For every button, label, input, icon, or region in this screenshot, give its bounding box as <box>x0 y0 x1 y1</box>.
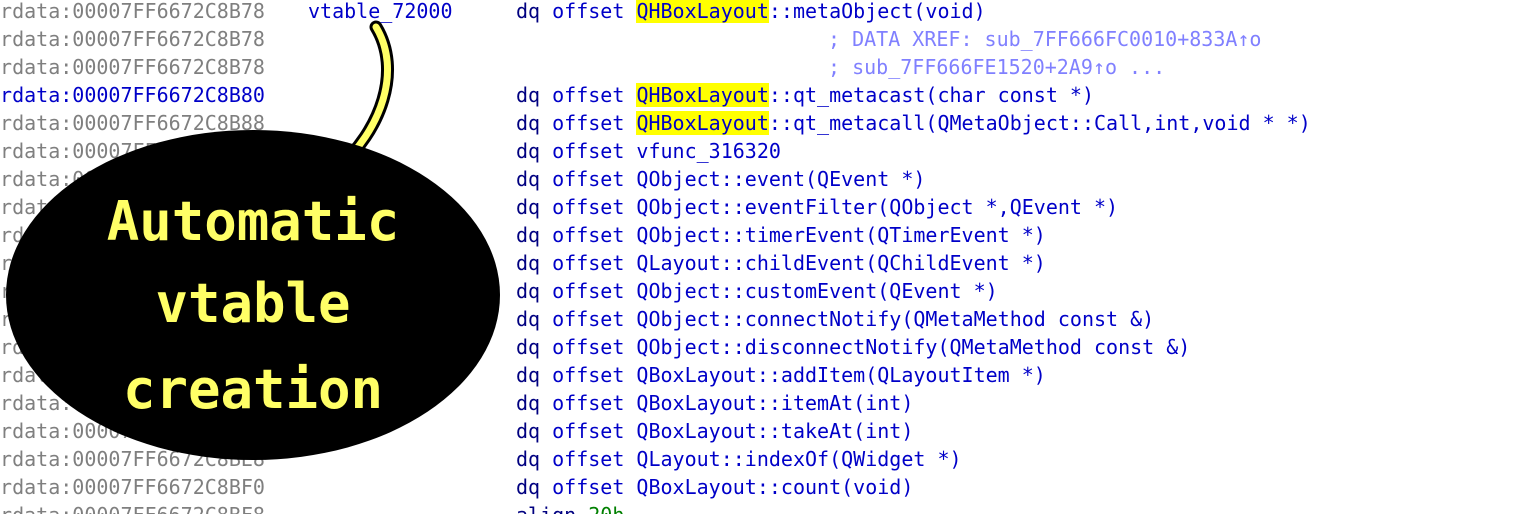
mnemonic: dq <box>516 391 541 415</box>
disassembly-view[interactable]: .rdata:00007FF6672C8B78 vtable_72000 dq of… <box>0 0 1525 514</box>
instruction: dq offset QObject::customEvent(QEvent *) <box>516 277 998 305</box>
operand[interactable]: offset QBoxLayout::itemAt(int) <box>552 391 913 415</box>
instruction: dq offset QLayout::childEvent(QChildEven… <box>516 249 1046 277</box>
mnemonic: dq <box>516 307 541 331</box>
mnemonic: align <box>516 503 576 514</box>
instruction: dq offset QHBoxLayout::metaObject(void) <box>516 0 986 25</box>
listing-row[interactable]: .rdata:00007FF6672C8BA0 dq offset QObject… <box>0 193 1525 221</box>
operand[interactable]: offset QObject::customEvent(QEvent *) <box>552 279 998 303</box>
address[interactable]: .rdata:00007FF6672C8BF8 <box>0 501 265 514</box>
operand[interactable]: offset <box>552 0 636 23</box>
mnemonic: dq <box>516 0 541 23</box>
listing-row[interactable]: .rdata:00007FF6672C8BA8 dq offset QObject… <box>0 221 1525 249</box>
listing-row[interactable]: .rdata:00007FF6672C8BF8 align 20h <box>0 501 1525 514</box>
mnemonic: dq <box>516 475 541 499</box>
mnemonic: dq <box>516 195 541 219</box>
listing-row[interactable]: .rdata:00007FF6672C8BD8 dq offset QBoxLay… <box>0 389 1525 417</box>
address[interactable]: .rdata:00007FF6672C8B98 <box>0 165 265 193</box>
operand[interactable]: offset QObject::connectNotify(QMetaMetho… <box>552 307 1154 331</box>
operand[interactable]: offset QBoxLayout::addItem(QLayoutItem *… <box>552 363 1046 387</box>
address[interactable]: .rdata:00007FF6672C8BC0 <box>0 305 265 333</box>
address[interactable]: .rdata:00007FF6672C8BC8 <box>0 333 265 361</box>
mnemonic: dq <box>516 419 541 443</box>
address[interactable]: .rdata:00007FF6672C8BE8 <box>0 445 265 473</box>
highlighted-identifier[interactable]: QHBoxLayout <box>636 0 769 23</box>
address[interactable]: .rdata:00007FF6672C8BA0 <box>0 193 265 221</box>
listing-row[interactable]: .rdata:00007FF6672C8B78 ; sub_7FF666FE152… <box>0 53 1525 81</box>
operand[interactable]: offset vfunc_316320 <box>552 139 781 163</box>
instruction: dq offset QObject::timerEvent(QTimerEven… <box>516 221 1046 249</box>
instruction: dq offset QBoxLayout::addItem(QLayoutIte… <box>516 361 1046 389</box>
listing-row[interactable]: .rdata:00007FF6672C8BF0 dq offset QBoxLay… <box>0 473 1525 501</box>
instruction: dq offset QBoxLayout::takeAt(int) <box>516 417 913 445</box>
mnemonic: dq <box>516 447 541 471</box>
address[interactable]: .rdata:00007FF6672C8B88 <box>0 109 265 137</box>
listing-row[interactable]: .rdata:00007FF6672C8B78 vtable_72000 dq of… <box>0 0 1525 25</box>
instruction: dq offset QObject::disconnectNotify(QMet… <box>516 333 1190 361</box>
instruction: dq offset QHBoxLayout::qt_metacast(char … <box>516 81 1094 109</box>
instruction: dq offset QLayout::indexOf(QWidget *) <box>516 445 962 473</box>
listing-row[interactable]: .rdata:00007FF6672C8B98 dq offset QObject… <box>0 165 1525 193</box>
mnemonic: dq <box>516 363 541 387</box>
address[interactable]: .rdata:00007FF6672C8BD8 <box>0 389 265 417</box>
mnemonic: dq <box>516 167 541 191</box>
address[interactable]: .rdata:00007FF6672C8BB8 <box>0 277 265 305</box>
listing-row[interactable]: .rdata:00007FF6672C8B90 dq offset vfunc_3… <box>0 137 1525 165</box>
highlighted-identifier[interactable]: QHBoxLayout <box>636 111 769 135</box>
operand[interactable]: offset QBoxLayout::takeAt(int) <box>552 419 913 443</box>
address[interactable]: .rdata:00007FF6672C8B78 <box>0 25 265 53</box>
mnemonic: dq <box>516 111 541 135</box>
listing-row[interactable]: .rdata:00007FF6672C8BE0 dq offset QBoxLay… <box>0 417 1525 445</box>
instruction: dq offset vfunc_316320 <box>516 137 781 165</box>
operand[interactable]: offset QLayout::indexOf(QWidget *) <box>552 447 961 471</box>
numeric-operand: 20h <box>588 503 624 514</box>
mnemonic: dq <box>516 279 541 303</box>
address[interactable]: .rdata:00007FF6672C8BE0 <box>0 417 265 445</box>
address[interactable]: .rdata:00007FF6672C8B78 <box>0 53 265 81</box>
mnemonic: dq <box>516 83 541 107</box>
xref-comment[interactable]: ; DATA XREF: sub_7FF666FC0010+833A↑o <box>828 25 1261 53</box>
address[interactable]: .rdata:00007FF6672C8B90 <box>0 137 265 165</box>
listing-row[interactable]: .rdata:00007FF6672C8BC0 dq offset QObject… <box>0 305 1525 333</box>
address[interactable]: .rdata:00007FF6672C8B78 <box>0 0 265 25</box>
listing-row[interactable]: .rdata:00007FF6672C8BB0 dq offset QLayout… <box>0 249 1525 277</box>
operand[interactable]: offset <box>552 111 636 135</box>
address[interactable]: .rdata:00007FF6672C8BA8 <box>0 221 265 249</box>
operand[interactable]: offset QBoxLayout::count(void) <box>552 475 913 499</box>
instruction: align 20h <box>516 501 624 514</box>
instruction: dq offset QObject::connectNotify(QMetaMe… <box>516 305 1154 333</box>
operand[interactable]: offset QObject::event(QEvent *) <box>552 167 925 191</box>
highlighted-identifier[interactable]: QHBoxLayout <box>636 83 769 107</box>
listing-row[interactable]: .rdata:00007FF6672C8B88 dq offset QHBoxLa… <box>0 109 1525 137</box>
listing-row[interactable]: .rdata:00007FF6672C8B80 dq offset QHBoxLa… <box>0 81 1525 109</box>
listing-row[interactable]: .rdata:00007FF6672C8BE8 dq offset QLayout… <box>0 445 1525 473</box>
instruction: dq offset QBoxLayout::itemAt(int) <box>516 389 913 417</box>
address[interactable]: .rdata:00007FF6672C8BF0 <box>0 473 265 501</box>
instruction: dq offset QObject::event(QEvent *) <box>516 165 925 193</box>
operand[interactable]: offset QLayout::childEvent(QChildEvent *… <box>552 251 1046 275</box>
instruction: dq offset QObject::eventFilter(QObject *… <box>516 193 1118 221</box>
mnemonic: dq <box>516 139 541 163</box>
operand-suffix[interactable]: ::qt_metacast(char const *) <box>769 83 1094 107</box>
operand[interactable]: offset QObject::timerEvent(QTimerEvent *… <box>552 223 1046 247</box>
address[interactable]: .rdata:00007FF6672C8BB0 <box>0 249 265 277</box>
xref-comment[interactable]: ; sub_7FF666FE1520+2A9↑o ... <box>828 53 1165 81</box>
vtable-label[interactable]: vtable_72000 <box>308 0 453 25</box>
operand[interactable]: offset QObject::disconnectNotify(QMetaMe… <box>552 335 1190 359</box>
operand[interactable]: offset <box>552 83 636 107</box>
operand-suffix[interactable]: ::metaObject(void) <box>769 0 986 23</box>
mnemonic: dq <box>516 251 541 275</box>
mnemonic: dq <box>516 335 541 359</box>
listing-row[interactable]: .rdata:00007FF6672C8B78 ; DATA XREF: sub_… <box>0 25 1525 53</box>
address[interactable]: .rdata:00007FF6672C8BD0 <box>0 361 265 389</box>
listing-row[interactable]: .rdata:00007FF6672C8BD0 dq offset QBoxLay… <box>0 361 1525 389</box>
operand-suffix[interactable]: ::qt_metacall(QMetaObject::Call,int,void… <box>769 111 1311 135</box>
mnemonic: dq <box>516 223 541 247</box>
instruction: dq offset QBoxLayout::count(void) <box>516 473 913 501</box>
operand[interactable]: offset QObject::eventFilter(QObject *,QE… <box>552 195 1118 219</box>
address[interactable]: .rdata:00007FF6672C8B80 <box>0 81 265 109</box>
listing-row[interactable]: .rdata:00007FF6672C8BB8 dq offset QObject… <box>0 277 1525 305</box>
instruction: dq offset QHBoxLayout::qt_metacall(QMeta… <box>516 109 1311 137</box>
listing-row[interactable]: .rdata:00007FF6672C8BC8 dq offset QObject… <box>0 333 1525 361</box>
